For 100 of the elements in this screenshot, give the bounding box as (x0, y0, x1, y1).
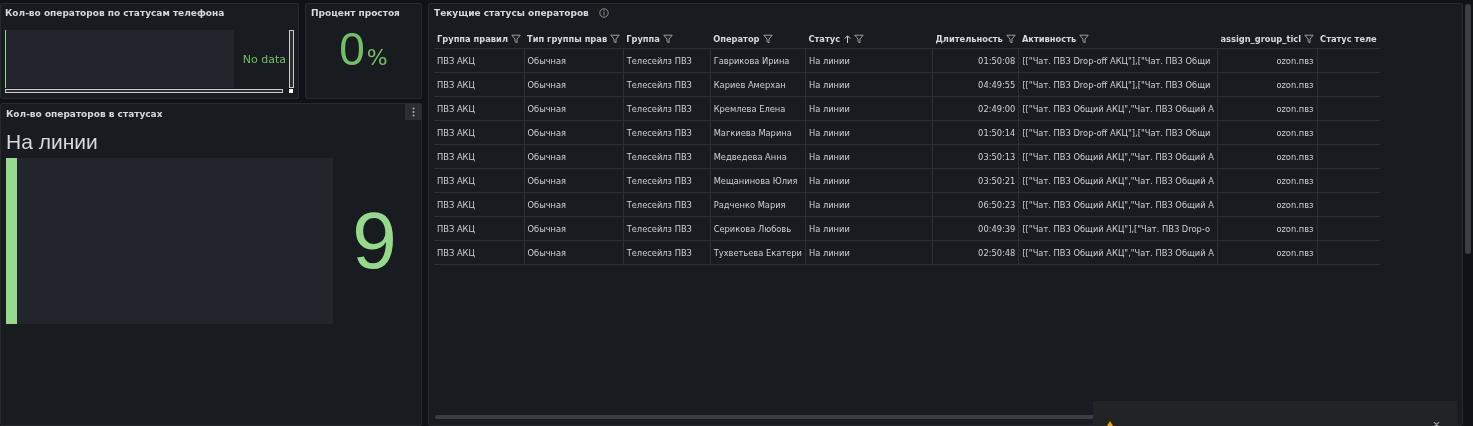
table-cell: 00:49:39 (932, 216, 1019, 240)
table-cell: Обычная (524, 216, 624, 240)
table-cell: На линии (805, 96, 933, 120)
table-cell: 04:49:55 (932, 72, 1019, 96)
table-cell: Обычная (524, 168, 624, 192)
table-cell: Телесейлз ПВЗ (623, 240, 711, 264)
table-cell: ozon.пвз (1217, 48, 1318, 72)
table-cell: Обычная (524, 48, 624, 72)
table-cell: Обычная (524, 240, 624, 264)
filter-icon[interactable] (662, 33, 673, 44)
table-cell: Обычная (524, 144, 624, 168)
table-cell: [["Чат. ПВЗ Общий АКЦ"],["Чат. ПВЗ Drop-o (1018, 216, 1218, 240)
stat-unit: % (366, 45, 388, 70)
panel-title: Процент простоя (311, 8, 401, 18)
table-cell: [["Чат. ПВЗ Drop-off АКЦ"],["Чат. ПВЗ Общи (1018, 48, 1218, 72)
table-cell: Телесейлз ПВЗ (623, 48, 711, 72)
panel-title: Кол-во операторов в статусах (6, 109, 163, 119)
filter-icon[interactable] (511, 33, 521, 44)
more-icon (411, 107, 415, 117)
table-cell: На линии (805, 72, 933, 96)
table-cell: На линии (805, 240, 933, 264)
table-cell: 06:50:23 (932, 192, 1019, 216)
scrollbar[interactable] (289, 30, 294, 88)
column-header[interactable]: Статус теле (1317, 28, 1380, 48)
table-cell: ozon.пвз (1217, 96, 1318, 120)
resize-handle[interactable] (289, 89, 293, 93)
table-cell: [["Чат. ПВЗ Drop-off АКЦ"],["Чат. ПВЗ Общи (1018, 72, 1218, 96)
gauge-value: 9 (351, 201, 398, 281)
table-cell: Телесейлз ПВЗ (623, 216, 711, 240)
table-cell: ПВЗ АКЦ (434, 96, 524, 120)
column-header[interactable]: Тип группы прав (524, 28, 624, 48)
sort-ascending-icon[interactable] (844, 34, 852, 43)
no-data-message: No data (241, 52, 286, 66)
table-cell: ozon.пвз (1217, 120, 1318, 144)
table-cell: ПВЗ АКЦ (434, 168, 524, 192)
table-cell: ozon.пвз (1217, 192, 1318, 216)
table-cell: Телесейлз ПВЗ (623, 120, 711, 144)
table-cell: Серикова Любовь (710, 216, 806, 240)
table-cell: Мещанинова Юлия (710, 168, 806, 192)
table-cell: На линии (805, 120, 933, 144)
stat-value: 0 (339, 26, 365, 72)
table-cell: Тухветьева Екатери (710, 240, 806, 264)
column-header[interactable]: Статус (805, 28, 933, 48)
table-cell: ozon.пвз (1217, 216, 1318, 240)
table-cell: ПВЗ АКЦ (434, 144, 524, 168)
table-cell: Радченко Мария (710, 192, 806, 216)
table-cell: Кремлева Елена (710, 96, 806, 120)
scrollbar[interactable] (435, 415, 1095, 419)
scrollbar[interactable] (1465, 4, 1471, 254)
table-cell: Телесейлз ПВЗ (623, 144, 711, 168)
filter-icon[interactable] (1005, 33, 1016, 44)
table-cell: ПВЗ АКЦ (434, 72, 524, 96)
table-cell: Телесейлз ПВЗ (623, 192, 711, 216)
table-cell: 01:50:08 (932, 48, 1019, 72)
table-cell: 02:50:48 (932, 240, 1019, 264)
gauge-label: На линии (6, 130, 99, 154)
table-cell: Гаврикова Ирина (710, 48, 806, 72)
column-header[interactable]: assign_group_ticl (1217, 28, 1318, 48)
table-cell: Обычная (524, 96, 624, 120)
filter-icon[interactable] (1079, 33, 1090, 44)
filter-icon[interactable] (762, 33, 773, 44)
filter-icon[interactable] (610, 33, 621, 44)
table-cell: Медведева Анна (710, 144, 806, 168)
column-header[interactable]: Активность (1018, 28, 1218, 48)
table-cell: [["Чат. ПВЗ Общий АКЦ","Чат. ПВЗ Общий А (1018, 240, 1218, 264)
table-cell: ozon.пвз (1217, 168, 1318, 192)
table-cell: Магкиева Марина (710, 120, 806, 144)
info-icon[interactable] (598, 8, 609, 18)
table-cell: Обычная (524, 72, 624, 96)
table-cell: ozon.пвз (1217, 240, 1318, 264)
filter-icon[interactable] (1304, 33, 1315, 44)
table-cell: [["Чат. ПВЗ Drop-off АКЦ"],["Чат. ПВЗ Общи (1018, 120, 1218, 144)
table-cell: ПВЗ АКЦ (434, 120, 524, 144)
column-header[interactable]: Оператор (710, 28, 806, 48)
table-cell: На линии (805, 192, 933, 216)
table-cell: На линии (805, 48, 933, 72)
table-cell: ПВЗ АКЦ (434, 216, 524, 240)
table-cell: 02:49:00 (932, 96, 1019, 120)
table-cell: ПВЗ АКЦ (434, 192, 524, 216)
column-header[interactable]: Длительность (932, 28, 1019, 48)
table-cell: На линии (805, 144, 933, 168)
table-cell: 01:50:14 (932, 120, 1019, 144)
table-cell: ПВЗ АКЦ (434, 240, 524, 264)
table-cell: [["Чат. ПВЗ Общий АКЦ","Чат. ПВЗ Общий А (1018, 144, 1218, 168)
table-cell: Телесейлз ПВЗ (623, 96, 711, 120)
scrollbar[interactable] (5, 89, 283, 93)
table-cell: ozon.пвз (1217, 144, 1318, 168)
table-cell: Телесейлз ПВЗ (623, 72, 711, 96)
column-header[interactable]: Группа правил (434, 28, 524, 48)
panel-title: Кол-во операторов по статусам телефона (5, 8, 226, 18)
table-cell: Телесейлз ПВЗ (623, 168, 711, 192)
table-cell: Обычная (524, 120, 624, 144)
column-header[interactable]: Группа (623, 28, 711, 48)
table-cell: [["Чат. ПВЗ Общий АКЦ","Чат. ПВЗ Общий А (1018, 192, 1218, 216)
table-cell: ozon.пвз (1217, 72, 1318, 96)
table-cell: 03:50:21 (932, 168, 1019, 192)
table-cell: [["Чат. ПВЗ Общий АКЦ","Чат. ПВЗ Общий А (1018, 168, 1218, 192)
filter-icon[interactable] (854, 33, 865, 44)
panel-title: Текущие статусы операторов (434, 8, 589, 18)
table-cell: На линии (805, 168, 933, 192)
